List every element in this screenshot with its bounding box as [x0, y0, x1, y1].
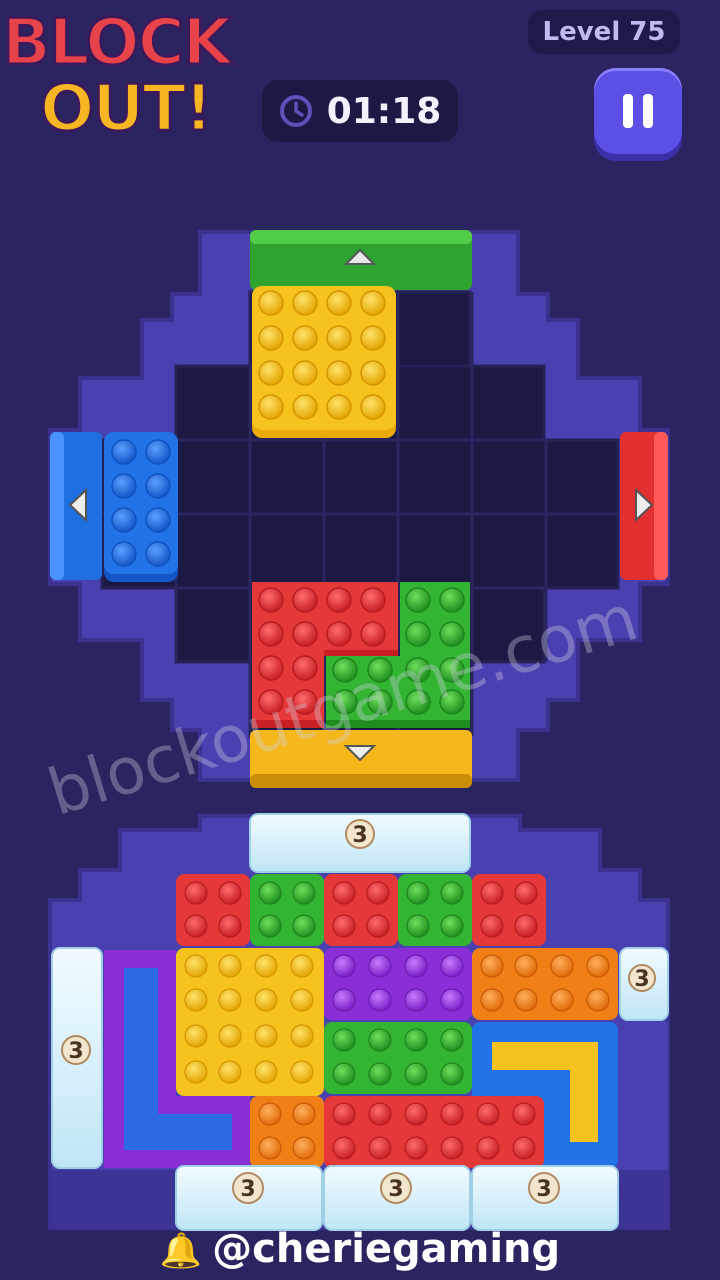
exit-gate-right	[620, 432, 668, 580]
exit-gate-top	[250, 230, 472, 290]
creator-handle: 🔔 @cheriegaming	[0, 1226, 720, 1272]
orange-small-block[interactable]	[250, 1096, 324, 1168]
orange-horizontal-block[interactable]	[472, 948, 618, 1020]
bell-icon: 🔔	[159, 1231, 203, 1271]
exit-gate-left	[50, 432, 102, 580]
red-horizontal-block[interactable]	[324, 1096, 544, 1168]
handle-text: @cheriegaming	[212, 1226, 561, 1272]
frozen-top-counter: 3	[352, 823, 367, 848]
frozen-bottom-counter-1: 3	[240, 1177, 255, 1202]
purple-horizontal-block[interactable]	[324, 948, 472, 1020]
frozen-bottom-counter-2: 3	[388, 1177, 403, 1202]
blue-vertical-block[interactable]	[104, 432, 178, 582]
frozen-bottom-counter-3: 3	[536, 1177, 551, 1202]
exit-gate-bottom	[250, 730, 472, 788]
game-board: 3 3 3 3 3 3	[48, 230, 670, 1231]
yellow-large-block[interactable]	[176, 948, 324, 1096]
green-horizontal-block[interactable]	[324, 1022, 472, 1094]
yellow-square-block[interactable]	[252, 286, 396, 438]
small-brick-row[interactable]	[176, 874, 546, 946]
frozen-right-counter: 3	[634, 967, 649, 992]
frozen-left-counter: 3	[68, 1039, 83, 1064]
